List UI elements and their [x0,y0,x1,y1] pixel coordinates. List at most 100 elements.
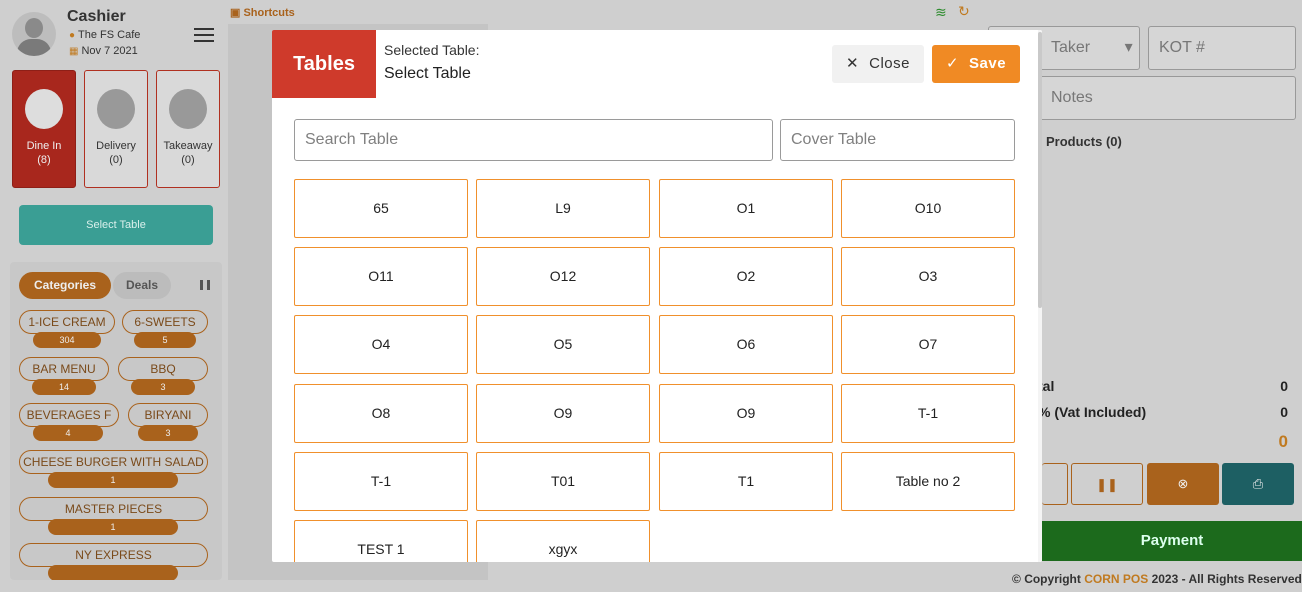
taker-text: Taker [1051,39,1091,56]
order-type-label: Dine In [26,140,62,152]
order-type-label: Takeaway [163,140,213,152]
close-label: Close [869,55,910,72]
category-count [48,565,178,580]
action-button[interactable] [1042,463,1068,505]
shortcuts-label[interactable]: ▣ Shortcuts [230,6,295,19]
cashier-profile: Cashier ● The FS Cafe ▦ Nov 7 2021 [12,8,222,64]
table-button[interactable]: O11 [294,247,468,306]
vat-value: 0 [1280,404,1288,420]
products-count: Products (0) [1046,134,1122,149]
category-chip[interactable]: MASTER PIECES [19,497,208,521]
table-button[interactable]: xgyx [476,520,650,562]
categories-panel: Categories Deals 1-ICE CREAM 304 6-SWEET… [10,262,222,580]
category-count: 1 [48,519,178,535]
category-count: 14 [32,379,96,395]
table-button[interactable]: O5 [476,315,650,374]
tables-modal: Tables Selected Table: Select Table ✕ Clo… [272,30,1042,562]
order-type-delivery[interactable]: Delivery (0) [84,70,148,188]
cancel-order-button[interactable]: ⊗ [1147,463,1219,505]
grid-view-icon[interactable] [200,280,210,290]
wifi-icon: ≋ [935,4,947,20]
copyright-suffix: 2023 - All Rights Reserved [1151,572,1302,586]
calendar-icon: ▦ [69,46,79,57]
save-button[interactable]: ✓ Save [932,45,1020,83]
table-button[interactable]: O4 [294,315,468,374]
vat-label: % (Vat Included) [1038,404,1147,420]
category-count: 3 [131,379,195,395]
order-type-count: (0) [109,154,123,166]
category-chip[interactable]: 6-SWEETS [122,310,208,334]
avatar [12,12,56,56]
category-chip[interactable]: CHEESE BURGER WITH SALAD [19,450,208,474]
tab-categories[interactable]: Categories [19,272,111,299]
delivery-icon [97,89,135,129]
copyright-prefix: Copyright [1024,572,1081,586]
order-type-label: Delivery [96,140,136,152]
table-button[interactable]: O9 [476,384,650,443]
table-button[interactable]: O8 [294,384,468,443]
close-button[interactable]: ✕ Close [832,45,924,83]
vat-row: % (Vat Included) 0 [1038,404,1288,420]
table-button[interactable]: Table no 2 [841,452,1015,511]
select-table-button[interactable]: Select Table [19,205,213,245]
search-table-input[interactable] [294,119,773,161]
table-button[interactable]: T01 [476,452,650,511]
cover-table-input[interactable] [780,119,1015,161]
table-button[interactable]: O3 [841,247,1015,306]
selected-table-value: Select Table [384,65,471,82]
kot-input[interactable]: KOT # [1148,26,1296,70]
cashier-date: ▦ Nov 7 2021 [69,45,138,57]
copyright-icon: © [1012,572,1021,586]
table-button[interactable]: T1 [659,452,833,511]
close-icon: ✕ [846,55,860,72]
table-button[interactable]: T-1 [841,384,1015,443]
category-count: 4 [33,425,103,441]
hold-button[interactable]: ❚❚ [1071,463,1143,505]
order-type-count: (8) [37,154,51,166]
table-button[interactable]: O10 [841,179,1015,238]
location-text: The FS Cafe [78,29,141,41]
total-value: 0 [1280,378,1288,394]
category-chip[interactable]: 1-ICE CREAM [19,310,115,334]
takeaway-icon [169,89,207,129]
category-chip[interactable]: BEVERAGES F [19,403,119,427]
cashier-location: ● The FS Cafe [69,29,140,41]
table-button[interactable]: O9 [659,384,833,443]
table-button[interactable]: O2 [659,247,833,306]
selected-table-label: Selected Table: [384,42,480,58]
category-count: 3 [138,425,198,441]
table-button[interactable]: O6 [659,315,833,374]
order-type-takeaway[interactable]: Takeaway (0) [156,70,220,188]
grand-total-value: 0 [1278,432,1288,451]
payment-button[interactable]: Payment [1042,521,1302,561]
cashier-name: Cashier [67,8,126,25]
copyright-brand: CORN POS [1084,572,1149,586]
order-type-dine-in[interactable]: Dine In (8) [12,70,76,188]
table-button[interactable]: TEST 1 [294,520,468,562]
category-chip[interactable]: BBQ [118,357,208,381]
table-button[interactable]: O1 [659,179,833,238]
shortcuts-text: Shortcuts [243,7,295,19]
table-button[interactable]: T-1 [294,452,468,511]
hamburger-menu-icon[interactable] [194,28,214,42]
category-count: 1 [48,472,178,488]
table-button[interactable]: L9 [476,179,650,238]
dine-in-icon [25,89,63,129]
location-pin-icon: ● [69,30,76,41]
table-button[interactable]: O12 [476,247,650,306]
table-button[interactable]: O7 [841,315,1015,374]
copyright: © Copyright CORN POS 2023 - All Rights R… [1012,572,1302,586]
modal-scrollbar-thumb[interactable] [1038,32,1042,308]
category-count: 304 [33,332,101,348]
sync-icon[interactable]: ↻ [958,3,970,20]
category-chip[interactable]: BIRYANI [128,403,208,427]
category-chip[interactable]: BAR MENU [19,357,109,381]
table-button[interactable]: 65 [294,179,468,238]
category-chip[interactable]: NY EXPRESS [19,543,208,567]
print-button[interactable]: ⎙ [1222,463,1294,505]
order-type-count: (0) [181,154,195,166]
tab-deals[interactable]: Deals [113,272,171,299]
total-row: tal 0 [1038,378,1288,394]
pause-icon: ❚❚ [1096,477,1118,492]
modal-title: Tables [272,30,376,98]
